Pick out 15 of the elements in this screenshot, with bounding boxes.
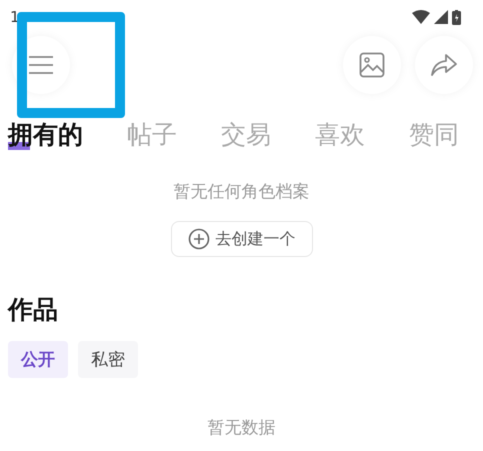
section-title: 作品 [6, 294, 59, 326]
empty-message: 暂无数据 [208, 417, 276, 439]
plus-circle-icon [188, 228, 210, 250]
filter-chip[interactable]: 公开 [8, 341, 68, 378]
battery-icon [452, 10, 461, 24]
menu-icon [29, 55, 53, 75]
create-button[interactable]: 去创建一个 [170, 221, 312, 257]
image-icon [359, 52, 385, 78]
status-time: 1 [10, 8, 20, 26]
tab[interactable]: 拥有的 [8, 120, 83, 150]
signal-icon [434, 10, 448, 24]
share-icon [430, 53, 458, 77]
filter-chip[interactable]: 私密 [78, 341, 138, 378]
empty-message: 暂无任何角色档案 [174, 181, 310, 203]
wifi-icon [412, 10, 430, 24]
